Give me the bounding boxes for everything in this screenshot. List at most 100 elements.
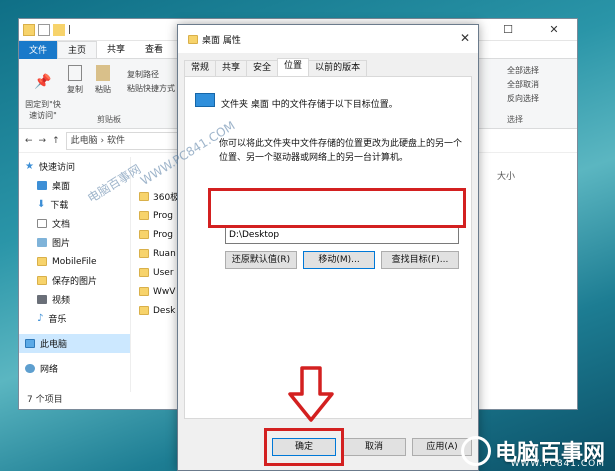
nav-label: 保存的图片 bbox=[52, 277, 98, 287]
star-icon: ★ bbox=[25, 161, 34, 172]
size-column-header[interactable]: 大小 bbox=[497, 169, 515, 182]
nav-label: 桌面 bbox=[52, 182, 71, 192]
list-item[interactable]: WwV bbox=[139, 282, 179, 301]
document-icon bbox=[37, 219, 47, 228]
file-name: Prog bbox=[153, 229, 173, 240]
list-item[interactable]: User bbox=[139, 263, 179, 282]
file-name: Ruan bbox=[153, 248, 176, 259]
back-icon[interactable]: ← bbox=[25, 136, 33, 146]
up-icon[interactable]: ↑ bbox=[52, 136, 60, 146]
folder-icon bbox=[195, 93, 215, 107]
arrow-down-icon bbox=[288, 366, 334, 422]
nav-label: 下载 bbox=[50, 201, 69, 211]
location-summary: 文件夹 桌面 中的文件存储于以下目标位置。 bbox=[221, 100, 398, 110]
folder-icon bbox=[139, 306, 149, 315]
select-group-label: 选择 bbox=[507, 115, 523, 124]
list-item[interactable]: Desk bbox=[139, 301, 179, 320]
select-all-label: 全部选择 bbox=[507, 66, 539, 75]
invert-selection-button[interactable]: 反向选择 bbox=[507, 93, 539, 104]
nav-label: MobileFile bbox=[52, 256, 97, 267]
nav-label: 快速访问 bbox=[38, 163, 75, 173]
folder-icon bbox=[139, 230, 149, 239]
nav-label: 此电脑 bbox=[40, 340, 68, 350]
list-item[interactable]: Ruan bbox=[139, 244, 179, 263]
invert-selection-label: 反向选择 bbox=[507, 94, 539, 103]
close-icon[interactable]: ✕ bbox=[531, 19, 577, 41]
list-item[interactable]: Prog bbox=[139, 225, 179, 244]
ok-highlight-box bbox=[264, 428, 344, 466]
select-all-button[interactable]: 全部选择 bbox=[507, 65, 539, 76]
pin-icon: 📌 bbox=[34, 74, 52, 90]
copy-path-label: 复制路径 bbox=[127, 70, 159, 79]
tab-security[interactable]: 安全 bbox=[246, 60, 279, 76]
tab-previous-versions[interactable]: 以前的版本 bbox=[308, 60, 368, 76]
list-item[interactable]: Prog bbox=[139, 206, 179, 225]
file-name: 360极 bbox=[153, 193, 180, 203]
nav-network[interactable]: 网络 bbox=[19, 359, 130, 378]
music-icon: ♪ bbox=[37, 313, 44, 324]
nav-this-pc[interactable]: 此电脑 bbox=[19, 334, 130, 353]
folder-icon bbox=[139, 211, 149, 220]
paste-shortcut-label: 粘贴快捷方式 bbox=[127, 84, 175, 93]
tab-home[interactable]: 主页 bbox=[57, 41, 98, 58]
file-name: WwV bbox=[153, 286, 176, 297]
desktop-icon bbox=[37, 181, 47, 190]
select-none-label: 全部取消 bbox=[507, 80, 539, 89]
file-name: User bbox=[153, 267, 174, 278]
folder-icon bbox=[139, 268, 149, 277]
nav-mobilefile[interactable]: MobileFile bbox=[19, 252, 130, 271]
cancel-button[interactable]: 取消 bbox=[342, 438, 406, 456]
copy-button[interactable]: 复制 bbox=[67, 65, 83, 95]
folder-icon bbox=[188, 34, 198, 44]
video-icon bbox=[37, 295, 47, 304]
network-icon bbox=[25, 364, 35, 373]
nav-music[interactable]: ♪ 音乐 bbox=[19, 309, 130, 328]
folder-icon[interactable] bbox=[23, 23, 35, 36]
toolbar-separator: | bbox=[68, 24, 72, 35]
tab-file[interactable]: 文件 bbox=[19, 41, 58, 60]
file-name: Desk bbox=[153, 305, 176, 316]
breadcrumb-next[interactable]: 软件 bbox=[107, 136, 125, 146]
list-item[interactable]: 360极 bbox=[139, 187, 179, 206]
new-folder-icon[interactable] bbox=[53, 23, 65, 36]
nav-label: 视频 bbox=[52, 296, 71, 306]
move-button[interactable]: 移动(M)... bbox=[303, 251, 375, 269]
clipboard-group-label: 剪贴板 bbox=[97, 115, 121, 124]
maximize-icon[interactable]: ☐ bbox=[485, 19, 531, 41]
restore-default-button[interactable]: 还原默认值(R) bbox=[225, 251, 297, 269]
forward-icon[interactable]: → bbox=[39, 136, 47, 146]
path-highlight-box bbox=[208, 188, 466, 228]
nav-saved-pictures[interactable]: 保存的图片 bbox=[19, 271, 130, 290]
breadcrumb-root[interactable]: 此电脑 bbox=[71, 136, 98, 146]
tab-location[interactable]: 位置 bbox=[277, 58, 310, 76]
brand-logo: 电脑百事网 WWW.PC841.COM bbox=[460, 435, 605, 469]
folder-icon bbox=[37, 276, 47, 285]
nav-documents[interactable]: 文档 bbox=[19, 214, 130, 233]
pc-icon bbox=[25, 339, 35, 348]
location-description: 你可以将此文件夹中文件存储的位置更改为此硬盘上的另一个位置、另一个驱动器或网络上… bbox=[219, 139, 463, 163]
status-bar: 7 个项目 bbox=[27, 395, 63, 405]
file-list: 360极 Prog Prog Ruan User WwV Desk bbox=[139, 187, 179, 320]
dialog-titlebar: 桌面 属性 bbox=[178, 25, 478, 53]
nav-pictures[interactable]: 图片 bbox=[19, 233, 130, 252]
close-icon[interactable]: ✕ bbox=[460, 31, 470, 45]
select-none-button[interactable]: 全部取消 bbox=[507, 79, 539, 90]
find-target-button[interactable]: 查找目标(F)... bbox=[381, 251, 459, 269]
copy-icon bbox=[68, 65, 82, 81]
paste-icon bbox=[96, 65, 110, 81]
tab-general[interactable]: 常规 bbox=[184, 60, 217, 76]
nav-downloads[interactable]: ⬇ 下载 bbox=[19, 195, 130, 214]
brand-url: WWW.PC841.COM bbox=[510, 459, 605, 469]
tab-share[interactable]: 共享 bbox=[97, 41, 135, 58]
properties-icon[interactable] bbox=[38, 23, 50, 36]
paste-button[interactable]: 粘贴 bbox=[95, 65, 111, 95]
nav-videos[interactable]: 视频 bbox=[19, 290, 130, 309]
tab-view[interactable]: 查看 bbox=[135, 41, 173, 58]
tab-sharing[interactable]: 共享 bbox=[215, 60, 248, 76]
nav-label: 图片 bbox=[52, 239, 71, 249]
copy-path-button[interactable]: 复制路径 bbox=[127, 69, 159, 80]
nav-label: 文档 bbox=[52, 220, 71, 230]
dialog-title: 桌面 属性 bbox=[202, 35, 241, 46]
pin-quick-access-button[interactable]: 📌 固定到"快 速访问" bbox=[23, 65, 63, 121]
paste-shortcut-button[interactable]: 粘贴快捷方式 bbox=[127, 83, 175, 94]
